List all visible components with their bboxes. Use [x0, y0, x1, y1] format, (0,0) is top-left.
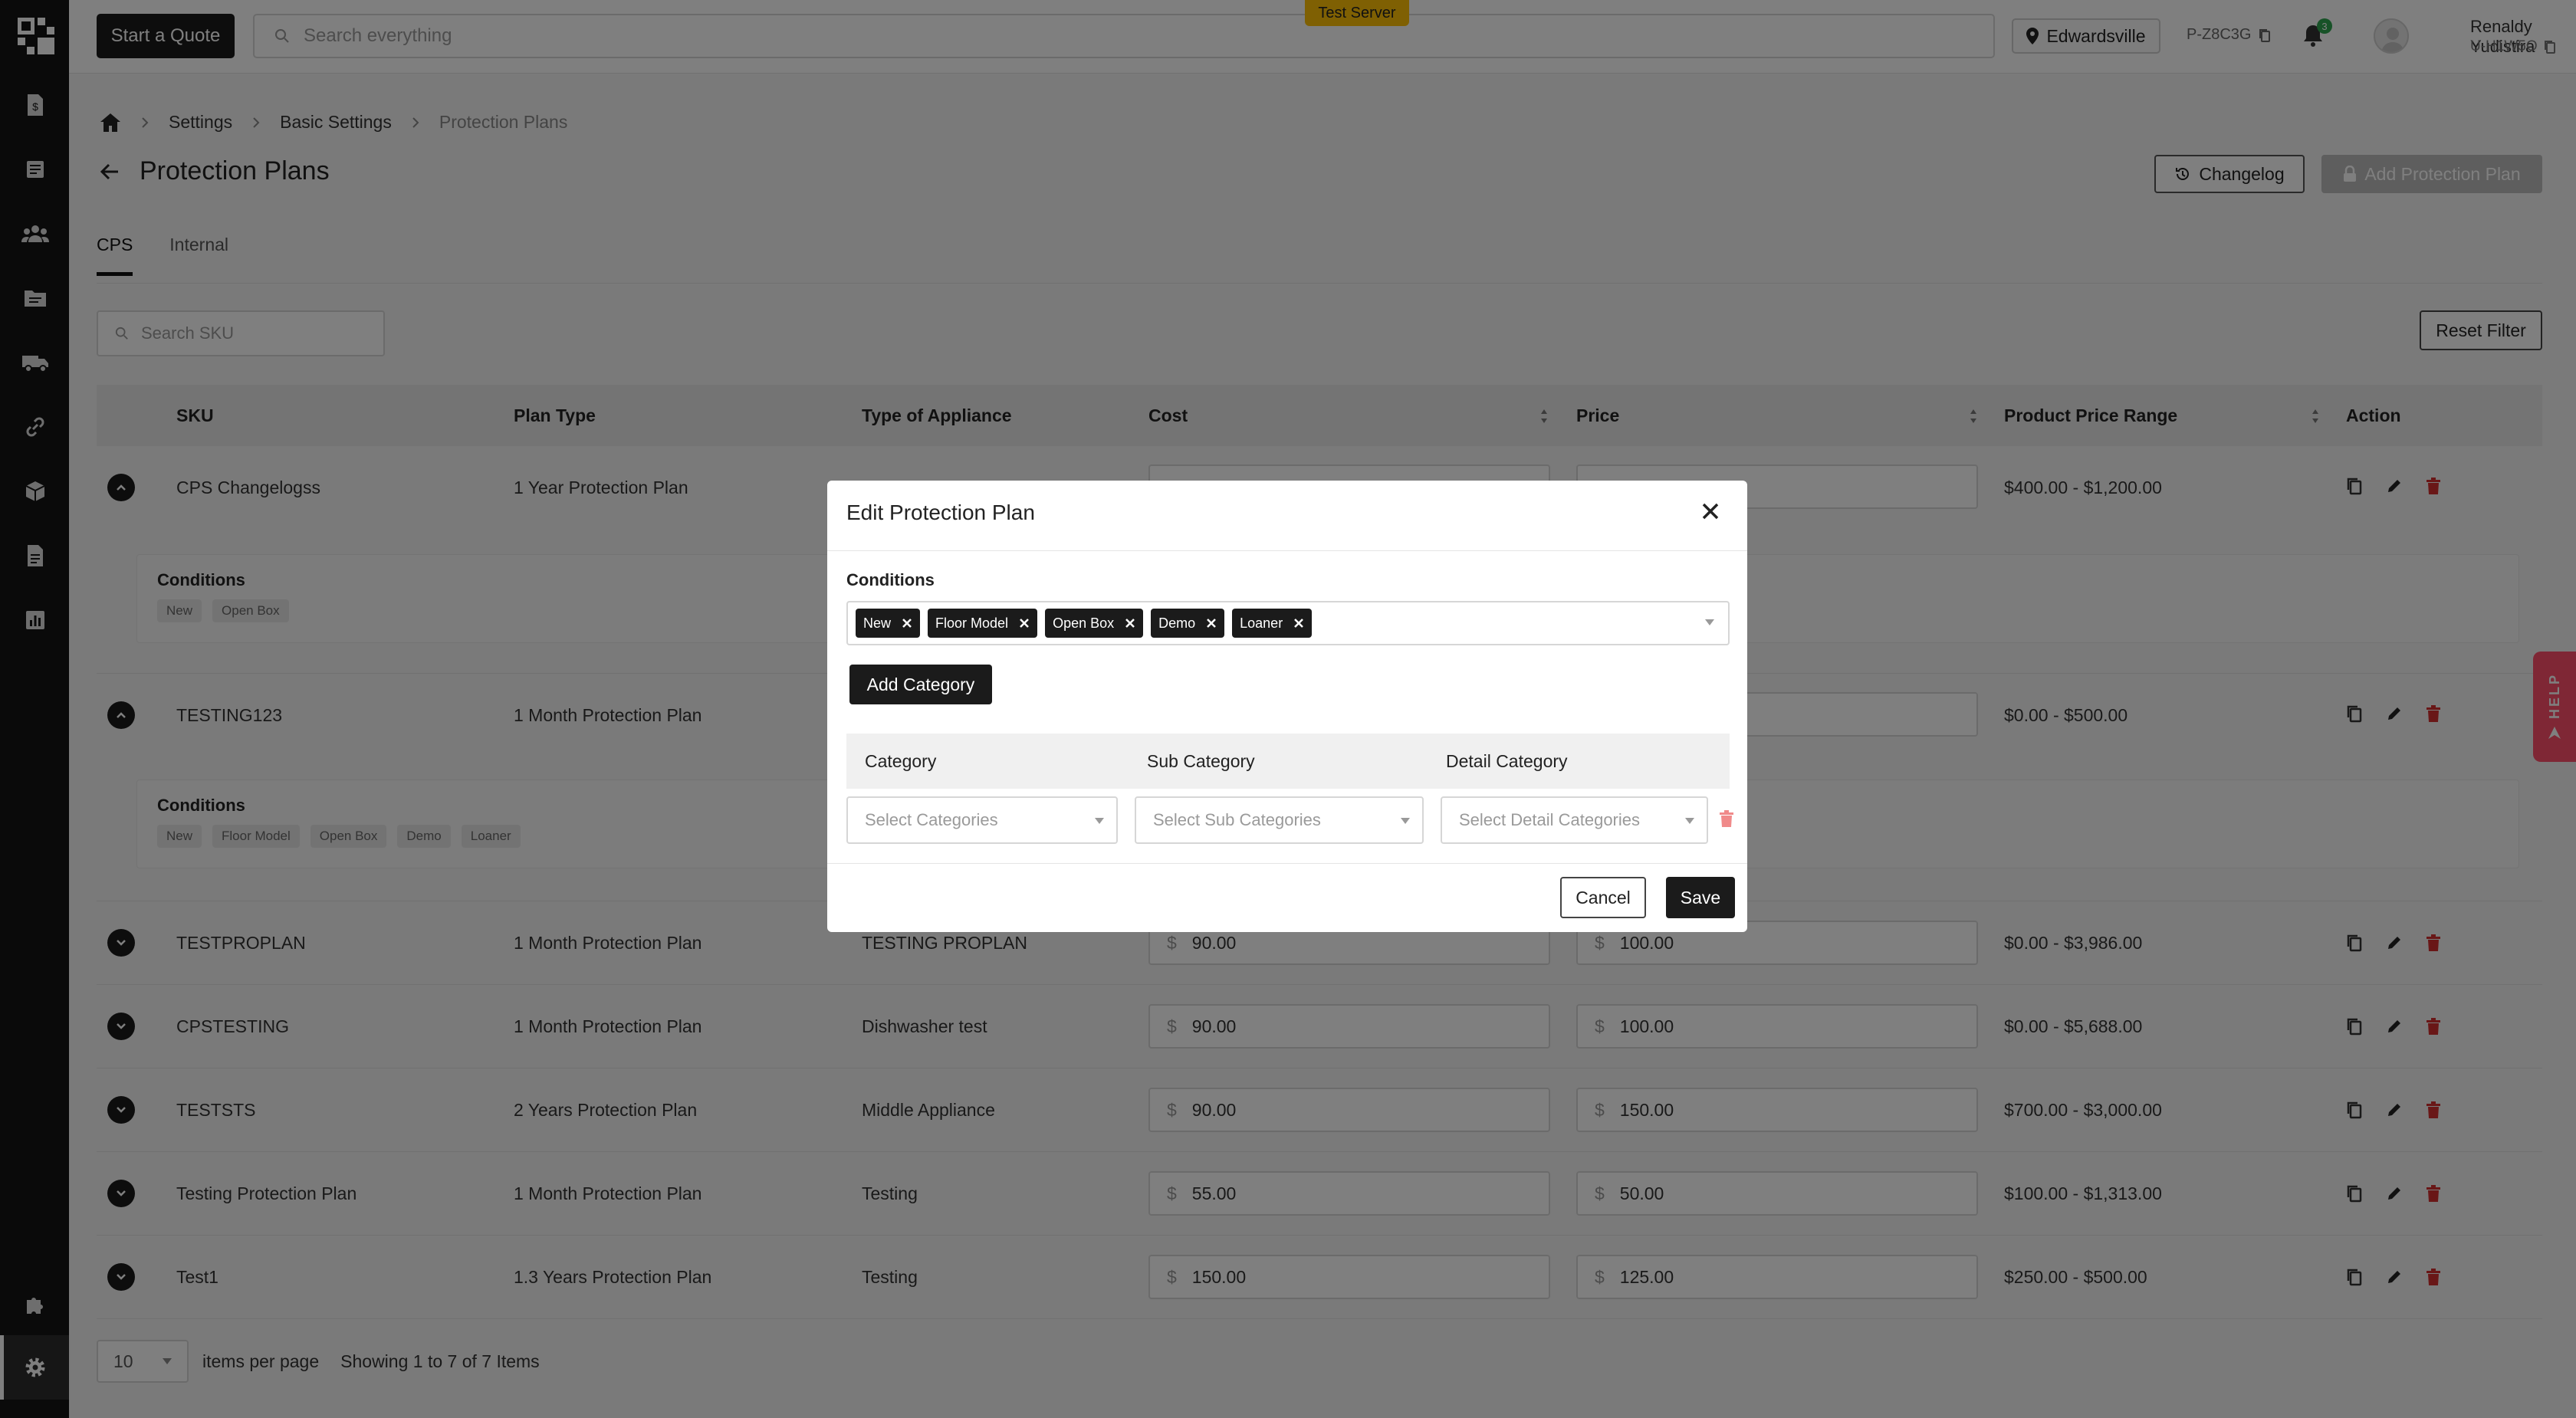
category-table-header: Category Sub Category Detail Category	[846, 734, 1730, 789]
remove-chip-icon[interactable]	[902, 618, 912, 629]
col-category: Category	[865, 750, 937, 771]
cancel-button[interactable]: Cancel	[1560, 877, 1646, 918]
category-placeholder: Select Categories	[865, 810, 998, 829]
chip-label: Loaner	[1240, 615, 1283, 631]
conditions-label: Conditions	[846, 570, 935, 589]
conditions-multiselect[interactable]: New Floor Model Open Box Demo Loaner	[846, 601, 1730, 645]
modal-footer-divider	[827, 863, 1747, 864]
chevron-down-icon	[1095, 818, 1104, 824]
chevron-down-icon	[1685, 818, 1694, 824]
chevron-down-icon	[1401, 818, 1410, 824]
condition-chip: Open Box	[1045, 609, 1144, 638]
condition-chip: Demo	[1151, 609, 1225, 638]
category-select[interactable]: Select Categories	[846, 796, 1118, 844]
chip-label: Floor Model	[935, 615, 1009, 631]
sub-category-select[interactable]: Select Sub Categories	[1135, 796, 1424, 844]
remove-chip-icon[interactable]	[1206, 618, 1217, 629]
remove-chip-icon[interactable]	[1293, 618, 1304, 629]
detail-category-placeholder: Select Detail Categories	[1459, 810, 1641, 829]
remove-category-row-trash-icon[interactable]	[1719, 810, 1734, 827]
col-sub-category: Sub Category	[1147, 750, 1255, 771]
chip-label: Open Box	[1053, 615, 1115, 631]
modal-title: Edit Protection Plan	[846, 501, 1035, 524]
save-button[interactable]: Save	[1666, 877, 1735, 918]
sub-category-placeholder: Select Sub Categories	[1153, 810, 1321, 829]
col-detail-category: Detail Category	[1446, 750, 1568, 771]
condition-chip: New	[856, 609, 921, 638]
condition-chip: Floor Model	[928, 609, 1038, 638]
remove-chip-icon[interactable]	[1125, 618, 1135, 629]
chevron-down-icon[interactable]	[1705, 619, 1714, 625]
modal-divider	[827, 550, 1747, 551]
chip-label: Demo	[1158, 615, 1196, 631]
condition-chip: Loaner	[1232, 609, 1313, 638]
detail-category-select[interactable]: Select Detail Categories	[1441, 796, 1708, 844]
chip-label: New	[863, 615, 892, 631]
edit-protection-plan-modal: Edit Protection Plan Conditions New Floo…	[827, 481, 1747, 932]
close-icon[interactable]	[1700, 501, 1721, 522]
add-category-button[interactable]: Add Category	[849, 665, 992, 704]
remove-chip-icon[interactable]	[1019, 618, 1030, 629]
